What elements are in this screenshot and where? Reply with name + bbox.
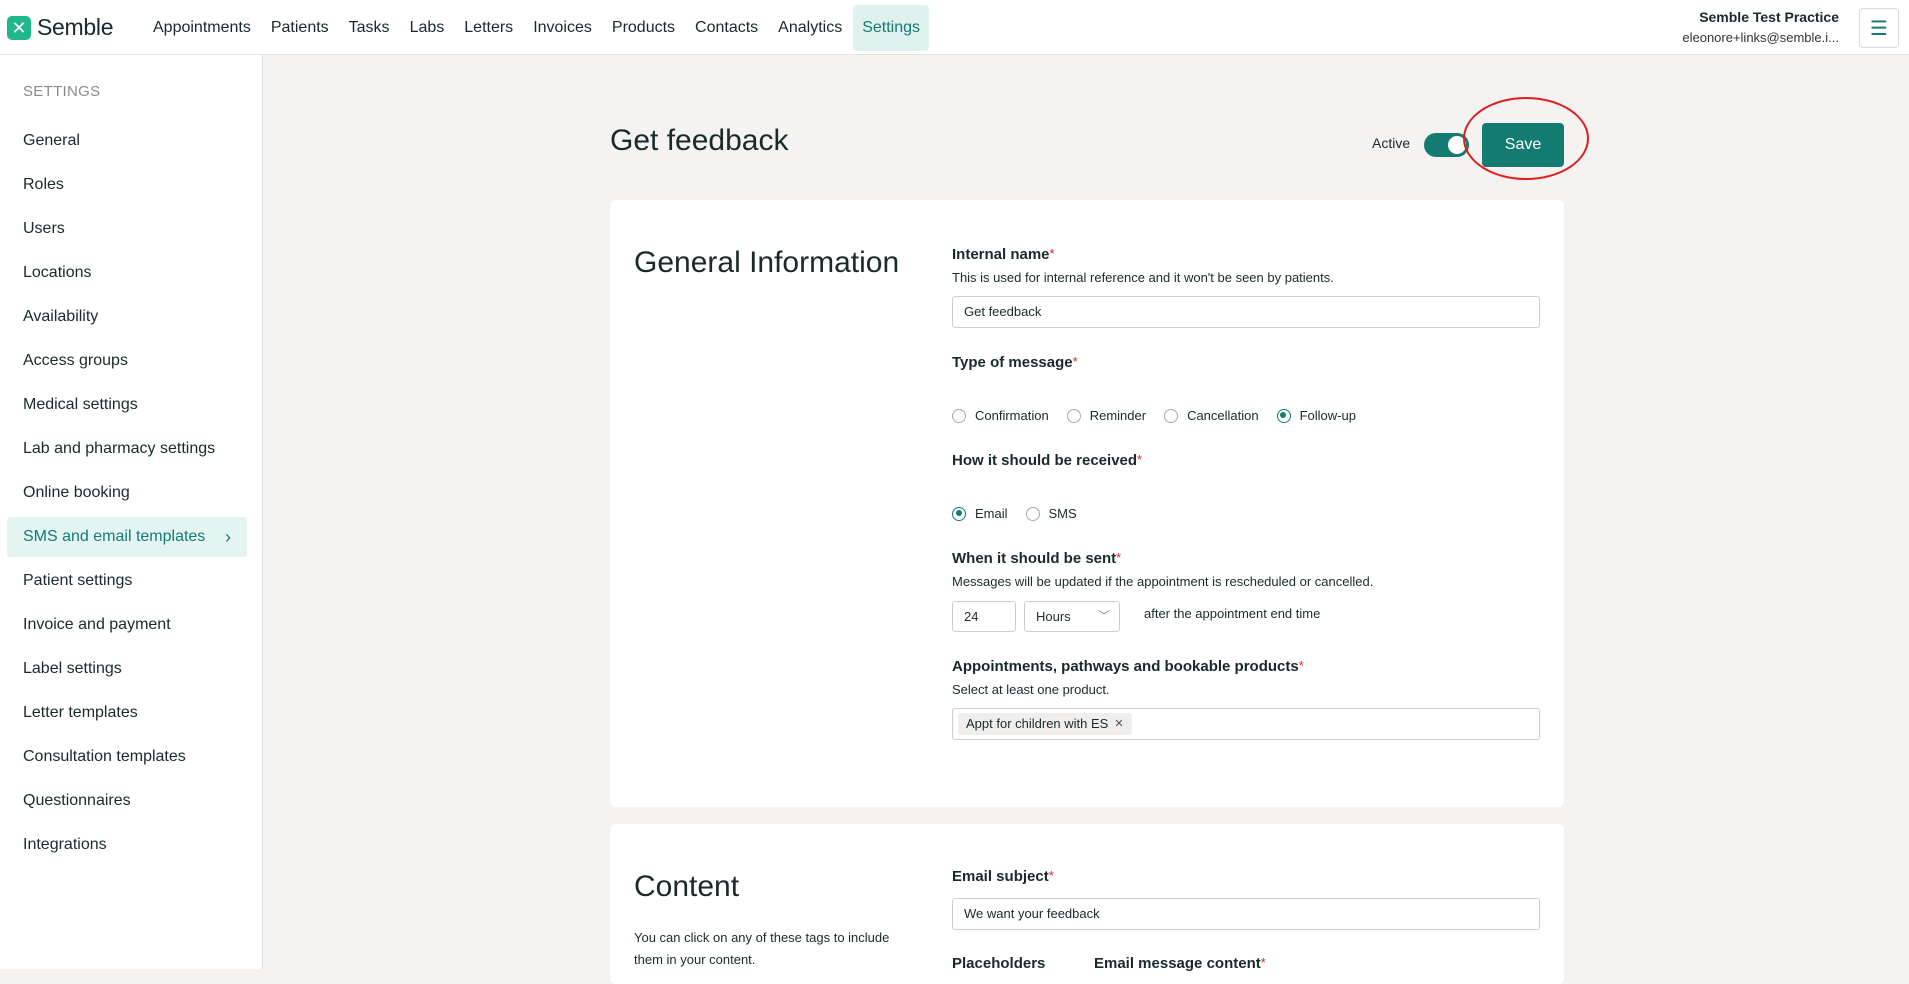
logo[interactable]: ✕ Semble: [7, 14, 113, 41]
sidebar-item-sms-email-templates[interactable]: SMS and email templates ›: [7, 517, 247, 557]
products-label: Appointments, pathways and bookable prod…: [952, 658, 1304, 675]
sidebar-item-availability[interactable]: Availability: [7, 297, 247, 337]
internal-name-hint: This is used for internal reference and …: [952, 270, 1334, 285]
radio-label: Reminder: [1089, 408, 1147, 423]
top-bar: ✕ Semble Appointments Patients Tasks Lab…: [0, 0, 1909, 55]
nav-products[interactable]: Products: [603, 5, 684, 51]
radio-circle: [1164, 408, 1179, 423]
product-tag-label: Appt for children with ES: [966, 716, 1109, 731]
type-of-message-label: Type of message*: [952, 354, 1078, 371]
account-name: Semble Test Practice: [1699, 9, 1839, 25]
content-card: Content You can click on any of these ta…: [610, 824, 1564, 984]
nav-patients[interactable]: Patients: [262, 5, 338, 51]
sidebar-item-questionnaires[interactable]: Questionnaires: [7, 781, 247, 821]
nav-letters[interactable]: Letters: [455, 5, 522, 51]
hamburger-menu-icon[interactable]: ☰: [1859, 8, 1899, 48]
send-unit-select[interactable]: Hours ﹀: [1024, 601, 1120, 632]
radio-circle: [1066, 408, 1081, 423]
section-title-general: General Information: [634, 246, 900, 279]
radio-follow-up[interactable]: Follow-up: [1276, 408, 1356, 423]
nav-contacts[interactable]: Contacts: [686, 5, 767, 51]
sidebar-item-consultation-templates[interactable]: Consultation templates: [7, 737, 247, 777]
page-title: Get feedback: [610, 124, 789, 157]
sidebar-item-medical-settings[interactable]: Medical settings: [7, 385, 247, 425]
account-email: eleonore+links@semble.i...: [1682, 30, 1839, 45]
after-appointment-text: after the appointment end time: [1144, 606, 1321, 621]
radio-sms[interactable]: SMS: [1025, 506, 1077, 521]
radio-label: Confirmation: [975, 408, 1049, 423]
products-hint: Select at least one product.: [952, 682, 1110, 697]
radio-label: SMS: [1048, 506, 1077, 521]
sidebar-item-integrations[interactable]: Integrations: [7, 825, 247, 865]
products-multiselect[interactable]: Appt for children with ES ✕: [952, 708, 1540, 740]
radio-label: Follow-up: [1299, 408, 1356, 423]
close-icon[interactable]: ✕: [1114, 713, 1123, 735]
type-of-message-radios: Confirmation Reminder Cancellation Follo…: [952, 408, 1374, 423]
section-title-content: Content: [634, 870, 740, 903]
active-label: Active: [1372, 135, 1411, 151]
radio-circle-checked: [952, 506, 966, 521]
general-information-card: General Information Internal name* This …: [610, 200, 1564, 807]
sidebar-item-label: SMS and email templates: [23, 528, 206, 545]
nav-labs[interactable]: Labs: [401, 5, 454, 51]
product-tag: Appt for children with ES ✕: [958, 713, 1132, 735]
sidebar-item-locations[interactable]: Locations: [7, 253, 247, 293]
sidebar-list: General Roles Users Locations Availabili…: [7, 121, 247, 869]
main-nav: Appointments Patients Tasks Labs Letters…: [144, 0, 931, 55]
sidebar-item-letter-templates[interactable]: Letter templates: [7, 693, 247, 733]
sidebar-item-roles[interactable]: Roles: [7, 165, 247, 205]
sidebar-item-online-booking[interactable]: Online booking: [7, 473, 247, 513]
account-switcher[interactable]: Semble Test Practice eleonore+links@semb…: [1682, 9, 1839, 45]
radio-confirmation[interactable]: Confirmation: [952, 408, 1049, 423]
internal-name-label: Internal name*: [952, 246, 1055, 263]
email-subject-input[interactable]: We want your feedback: [952, 898, 1540, 930]
internal-name-input[interactable]: Get feedback: [952, 296, 1540, 328]
sidebar-item-invoice-payment[interactable]: Invoice and payment: [7, 605, 247, 645]
radio-label: Email: [975, 506, 1008, 521]
email-subject-label: Email subject*: [952, 868, 1054, 885]
sidebar-item-general[interactable]: General: [7, 121, 247, 161]
save-button[interactable]: Save: [1482, 123, 1564, 167]
how-received-radios: Email SMS: [952, 506, 1095, 521]
radio-circle-checked: [1276, 408, 1291, 423]
sidebar-item-label-settings[interactable]: Label settings: [7, 649, 247, 689]
nav-analytics[interactable]: Analytics: [769, 5, 851, 51]
nav-settings[interactable]: Settings: [853, 4, 930, 51]
send-amount-input[interactable]: 24: [952, 601, 1016, 632]
how-received-label: How it should be received*: [952, 452, 1143, 469]
active-toggle[interactable]: [1424, 133, 1469, 157]
radio-email[interactable]: Email: [952, 506, 1008, 521]
settings-sidebar: SETTINGS General Roles Users Locations A…: [0, 55, 263, 969]
sidebar-item-lab-pharmacy[interactable]: Lab and pharmacy settings: [7, 429, 247, 469]
semble-logo-icon: ✕: [7, 15, 31, 40]
radio-label: Cancellation: [1187, 408, 1259, 423]
when-sent-label: When it should be sent*: [952, 550, 1122, 567]
send-unit-value: Hours: [1036, 609, 1071, 624]
nav-invoices[interactable]: Invoices: [524, 5, 601, 51]
nav-tasks[interactable]: Tasks: [340, 5, 399, 51]
email-message-content-label: Email message content*: [1094, 955, 1266, 972]
radio-circle: [952, 408, 966, 423]
radio-cancellation[interactable]: Cancellation: [1164, 408, 1259, 423]
radio-circle: [1025, 506, 1040, 521]
radio-reminder[interactable]: Reminder: [1066, 408, 1147, 423]
toggle-knob: [1448, 136, 1466, 154]
when-sent-hint: Messages will be updated if the appointm…: [952, 574, 1374, 589]
placeholders-label: Placeholders: [952, 955, 1046, 972]
sidebar-item-users[interactable]: Users: [7, 209, 247, 249]
logo-text: Semble: [37, 14, 114, 40]
chevron-down-icon: ﹀: [1097, 609, 1110, 623]
content-description: You can click on any of these tags to in…: [634, 930, 890, 967]
sidebar-item-patient-settings[interactable]: Patient settings: [7, 561, 247, 601]
sidebar-item-access-groups[interactable]: Access groups: [7, 341, 247, 381]
chevron-right-icon: ›: [225, 527, 231, 547]
nav-appointments[interactable]: Appointments: [144, 5, 260, 51]
sidebar-heading: SETTINGS: [23, 83, 101, 100]
